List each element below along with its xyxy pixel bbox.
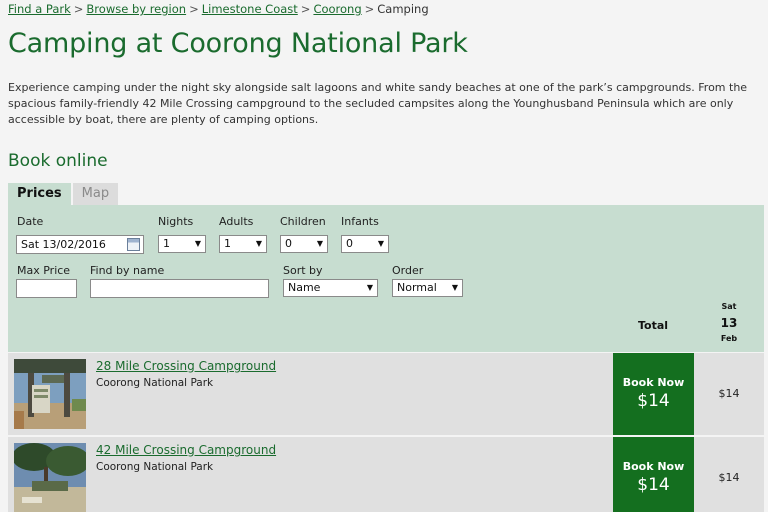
section-title: Book online: [8, 151, 108, 171]
tab-map[interactable]: Map: [72, 183, 119, 205]
chevron-down-icon: ▼: [366, 283, 373, 292]
campground-row: 28 Mile Crossing Campground Coorong Nati…: [8, 353, 764, 435]
campground-park: Coorong National Park: [96, 461, 214, 473]
date-field[interactable]: Sat 13/02/2016: [16, 235, 144, 254]
chevron-down-icon: ▼: [377, 239, 384, 248]
breadcrumb-current: Camping: [377, 2, 429, 16]
chevron-down-icon: ▼: [451, 283, 458, 292]
tab-prices[interactable]: Prices: [8, 183, 71, 205]
book-now-price: $14: [637, 391, 670, 411]
campground-thumbnail[interactable]: [14, 359, 86, 429]
children-select[interactable]: 0 ▼: [280, 235, 328, 253]
nights-value: 1: [163, 237, 170, 250]
campground-row: 42 Mile Crossing Campground Coorong Nati…: [8, 437, 764, 512]
date-column-day-name: Sat: [721, 302, 737, 311]
date-column-month: Feb: [720, 334, 738, 343]
breadcrumb-find-a-park[interactable]: Find a Park: [8, 2, 71, 16]
order-label: Order: [392, 264, 424, 277]
book-now-label: Book Now: [622, 460, 685, 473]
order-value: Normal: [397, 281, 437, 294]
page-title: Camping at Coorong National Park: [8, 28, 468, 59]
nights-select[interactable]: 1 ▼: [158, 235, 206, 253]
campground-thumbnail[interactable]: [14, 443, 86, 512]
intro-text: Experience camping under the night sky a…: [8, 81, 748, 126]
breadcrumb-browse-by-region[interactable]: Browse by region: [86, 2, 186, 16]
campground-park: Coorong National Park: [96, 377, 214, 389]
night-price: $14: [718, 471, 740, 484]
book-now-price: $14: [637, 475, 670, 495]
breadcrumb-limestone-coast[interactable]: Limestone Coast: [202, 2, 298, 16]
date-column-day-number: 13: [720, 316, 738, 330]
tab-bar: Prices Map: [8, 183, 120, 205]
chevron-down-icon: ▼: [316, 239, 323, 248]
sort-by-value: Name: [288, 281, 321, 294]
sort-by-label: Sort by: [283, 264, 323, 277]
children-value: 0: [285, 237, 292, 250]
book-now-button[interactable]: Book Now $14: [613, 353, 694, 435]
breadcrumb-separator: >: [300, 2, 311, 16]
infants-select[interactable]: 0 ▼: [341, 235, 389, 253]
adults-value: 1: [224, 237, 231, 250]
adults-label: Adults: [219, 215, 254, 228]
chevron-down-icon: ▼: [255, 239, 262, 248]
book-now-button[interactable]: Book Now $14: [613, 437, 694, 512]
night-price: $14: [718, 387, 740, 400]
campground-photo-trees: [14, 443, 86, 512]
breadcrumb-separator: >: [364, 2, 375, 16]
date-value: Sat 13/02/2016: [21, 238, 106, 251]
infants-label: Infants: [341, 215, 379, 228]
breadcrumb-coorong[interactable]: Coorong: [313, 2, 361, 16]
breadcrumb: Find a Park > Browse by region > Limestone C…: [8, 2, 429, 16]
find-by-name-label: Find by name: [90, 264, 165, 277]
campground-name-link[interactable]: 28 Mile Crossing Campground: [96, 359, 276, 373]
nights-label: Nights: [158, 215, 194, 228]
chevron-down-icon: ▼: [194, 239, 201, 248]
total-column-header: Total: [637, 319, 669, 332]
adults-select[interactable]: 1 ▼: [219, 235, 267, 253]
find-by-name-input[interactable]: [90, 279, 269, 298]
campground-name-link[interactable]: 42 Mile Crossing Campground: [96, 443, 276, 457]
book-now-label: Book Now: [622, 376, 685, 389]
order-select[interactable]: Normal ▼: [392, 279, 463, 297]
campground-photo-shelter: [14, 359, 86, 429]
breadcrumb-separator: >: [189, 2, 199, 16]
calendar-icon[interactable]: [127, 238, 140, 251]
infants-value: 0: [346, 237, 353, 250]
max-price-label: Max Price: [17, 264, 71, 277]
breadcrumb-separator: >: [73, 2, 84, 16]
children-label: Children: [280, 215, 326, 228]
date-label: Date: [17, 215, 44, 228]
search-panel: Date Nights Adults Children Infants Sat …: [8, 205, 764, 352]
max-price-input[interactable]: [16, 279, 77, 298]
sort-by-select[interactable]: Name ▼: [283, 279, 378, 297]
